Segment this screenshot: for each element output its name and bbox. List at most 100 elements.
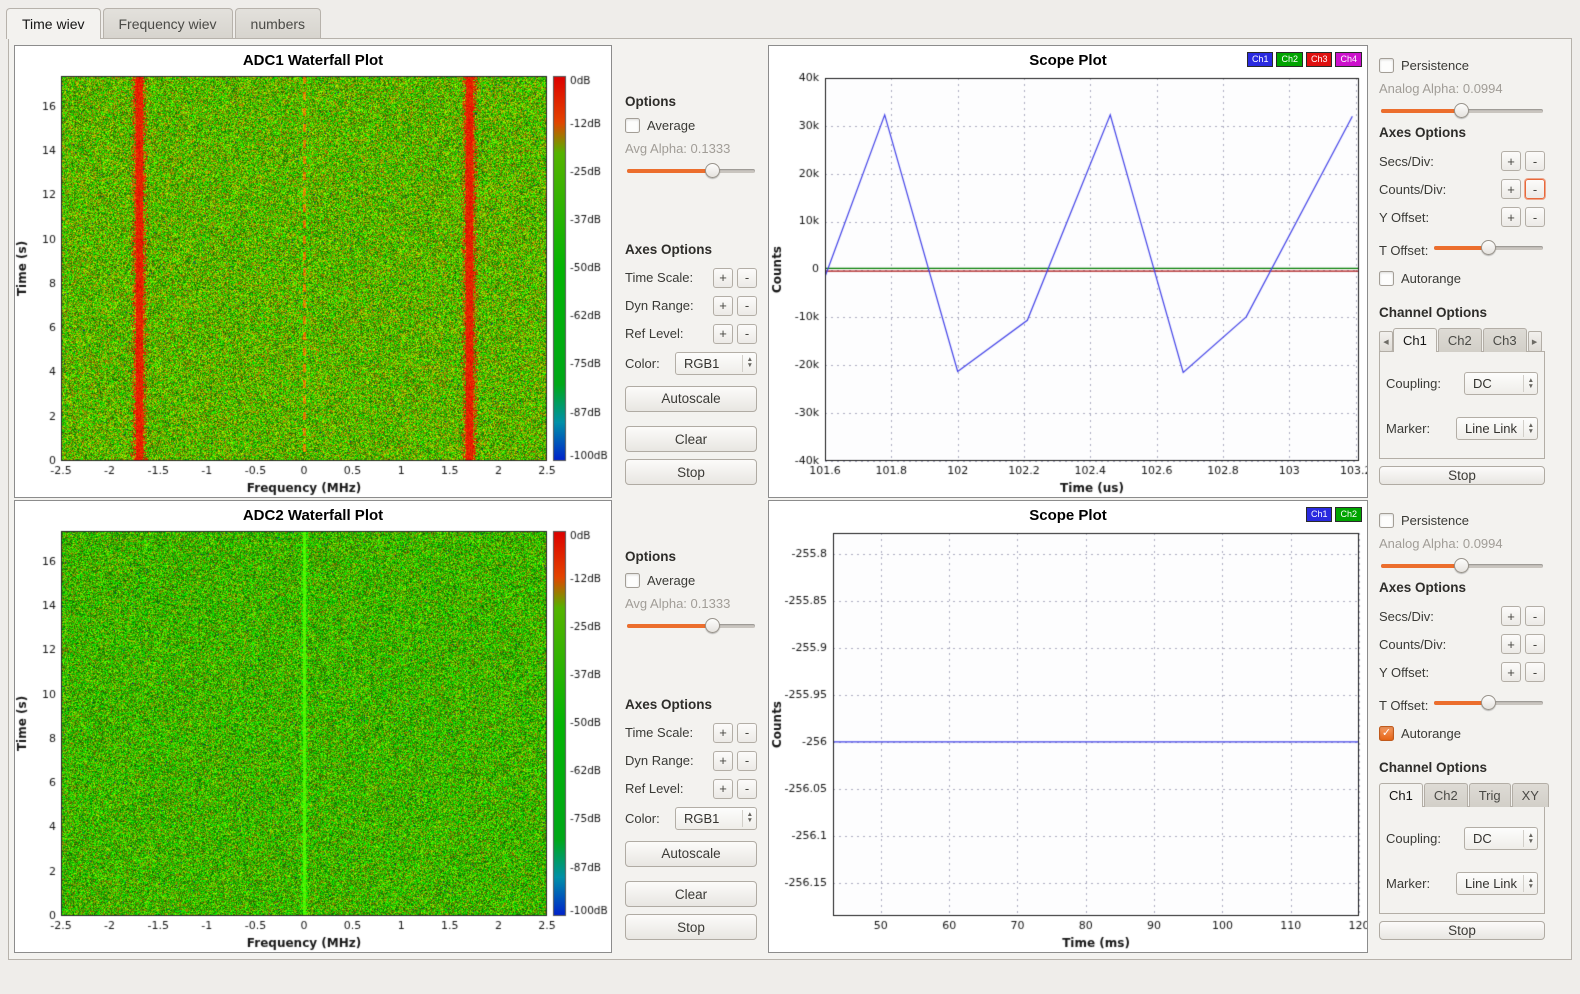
view-tabbar: Time wiev Frequency wiev numbers xyxy=(0,0,1580,38)
clear-button[interactable]: Clear xyxy=(625,426,757,452)
dyn-range-plus-button[interactable]: + xyxy=(713,296,733,316)
channel-options-box: Coupling: DC Marker: Line Link xyxy=(1379,351,1545,459)
color-combobox[interactable]: RGB1 xyxy=(675,807,757,830)
counts-div-minus-button[interactable]: - xyxy=(1525,179,1545,199)
dyn-range-minus-button[interactable]: - xyxy=(737,296,757,316)
channel-tabs-left-arrow-icon[interactable]: ◀ xyxy=(1379,331,1393,352)
y-offset-row: Y Offset: + - xyxy=(1379,662,1545,682)
y-offset-minus-button[interactable]: - xyxy=(1525,207,1545,227)
channel-tab-ch1[interactable]: Ch1 xyxy=(1379,783,1423,807)
persistence-checkbox-box[interactable] xyxy=(1379,58,1394,73)
t-offset-slider[interactable] xyxy=(1434,240,1543,256)
slider-thumb[interactable] xyxy=(1481,695,1496,710)
scope2-legend: Ch1Ch2 xyxy=(1306,507,1362,522)
autorange-checkbox-box[interactable] xyxy=(1379,271,1394,286)
secs-div-minus-button[interactable]: - xyxy=(1525,151,1545,171)
y-offset-plus-button[interactable]: + xyxy=(1501,662,1521,682)
stop-button[interactable]: Stop xyxy=(625,914,757,940)
autoscale-button[interactable]: Autoscale xyxy=(625,386,757,412)
avg-alpha-slider[interactable] xyxy=(627,163,755,187)
spinner-arrows-icon[interactable] xyxy=(1523,375,1534,392)
secs-div-plus-button[interactable]: + xyxy=(1501,151,1521,171)
slider-thumb[interactable] xyxy=(705,618,720,633)
slider-thumb[interactable] xyxy=(1454,103,1469,118)
autorange-checkbox[interactable]: Autorange xyxy=(1379,271,1545,286)
color-combobox[interactable]: RGB1 xyxy=(675,352,757,375)
adc2-waterfall-canvas[interactable] xyxy=(15,525,611,952)
ref-level-plus-button[interactable]: + xyxy=(713,324,733,344)
autorange-checkbox[interactable]: Autorange xyxy=(1379,726,1545,741)
channel-options-heading: Channel Options xyxy=(1379,760,1545,775)
scope1-canvas[interactable] xyxy=(769,70,1367,497)
average-checkbox[interactable]: Average xyxy=(625,573,757,588)
average-checkbox-box[interactable] xyxy=(625,573,640,588)
ref-level-minus-button[interactable]: - xyxy=(737,779,757,799)
coupling-label: Coupling: xyxy=(1386,831,1441,846)
legend-chip-ch1[interactable]: Ch1 xyxy=(1306,507,1333,522)
coupling-label: Coupling: xyxy=(1386,376,1441,391)
legend-chip-ch2[interactable]: Ch2 xyxy=(1276,52,1303,67)
spinner-arrows-icon[interactable] xyxy=(742,355,753,372)
channel-tab-trig[interactable]: Trig xyxy=(1469,783,1511,807)
bottom-row: ADC2 Waterfall Plot Options Average Avg … xyxy=(13,499,1567,954)
counts-div-minus-button[interactable]: - xyxy=(1525,634,1545,654)
adc1-waterfall-canvas[interactable] xyxy=(15,70,611,497)
scope-stop-button[interactable]: Stop xyxy=(1379,921,1545,940)
coupling-combobox[interactable]: DC xyxy=(1464,827,1538,850)
ref-level-plus-button[interactable]: + xyxy=(713,779,733,799)
ref-level-minus-button[interactable]: - xyxy=(737,324,757,344)
time-scale-plus-button[interactable]: + xyxy=(713,723,733,743)
analog-alpha-slider[interactable] xyxy=(1381,558,1543,569)
channel-tab-ch3[interactable]: Ch3 xyxy=(1483,328,1527,352)
slider-thumb[interactable] xyxy=(705,163,720,178)
legend-chip-ch1[interactable]: Ch1 xyxy=(1247,52,1274,67)
dyn-range-plus-button[interactable]: + xyxy=(713,751,733,771)
counts-div-plus-button[interactable]: + xyxy=(1501,634,1521,654)
legend-chip-ch3[interactable]: Ch3 xyxy=(1306,52,1333,67)
persistence-checkbox[interactable]: Persistence xyxy=(1379,513,1545,528)
channel-tab-ch2[interactable]: Ch2 xyxy=(1424,783,1468,807)
time-scale-minus-button[interactable]: - xyxy=(737,723,757,743)
secs-div-minus-button[interactable]: - xyxy=(1525,606,1545,626)
persistence-checkbox-box[interactable] xyxy=(1379,513,1394,528)
autoscale-button[interactable]: Autoscale xyxy=(625,841,757,867)
tab-numbers[interactable]: numbers xyxy=(235,8,321,38)
persistence-checkbox[interactable]: Persistence xyxy=(1379,58,1545,73)
analog-alpha-slider[interactable] xyxy=(1381,103,1543,114)
time-scale-minus-button[interactable]: - xyxy=(737,268,757,288)
autorange-checkbox-box[interactable] xyxy=(1379,726,1394,741)
counts-div-plus-button[interactable]: + xyxy=(1501,179,1521,199)
average-checkbox[interactable]: Average xyxy=(625,118,757,133)
y-offset-plus-button[interactable]: + xyxy=(1501,207,1521,227)
tab-frequency-view[interactable]: Frequency wiev xyxy=(103,8,233,38)
dyn-range-minus-button[interactable]: - xyxy=(737,751,757,771)
spinner-arrows-icon[interactable] xyxy=(742,810,753,827)
clear-button[interactable]: Clear xyxy=(625,881,757,907)
scope-stop-button[interactable]: Stop xyxy=(1379,466,1545,485)
y-offset-minus-button[interactable]: - xyxy=(1525,662,1545,682)
channel-tab-xy[interactable]: XY xyxy=(1512,783,1549,807)
marker-combobox[interactable]: Line Link xyxy=(1456,872,1538,895)
legend-chip-ch4[interactable]: Ch4 xyxy=(1335,52,1362,67)
average-checkbox-box[interactable] xyxy=(625,118,640,133)
channel-tabs-right-arrow-icon[interactable]: ▶ xyxy=(1528,331,1542,352)
coupling-combobox[interactable]: DC xyxy=(1464,372,1538,395)
spinner-arrows-icon[interactable] xyxy=(1523,420,1534,437)
channel-tab-ch1[interactable]: Ch1 xyxy=(1393,328,1437,352)
stop-button[interactable]: Stop xyxy=(625,459,757,485)
secs-div-plus-button[interactable]: + xyxy=(1501,606,1521,626)
slider-thumb[interactable] xyxy=(1454,558,1469,573)
scope2-canvas[interactable] xyxy=(769,525,1367,952)
spinner-arrows-icon[interactable] xyxy=(1523,875,1534,892)
options-heading: Options xyxy=(625,94,757,109)
time-scale-plus-button[interactable]: + xyxy=(713,268,733,288)
t-offset-slider[interactable] xyxy=(1434,695,1543,711)
channel-tab-ch2[interactable]: Ch2 xyxy=(1438,328,1482,352)
tab-time-view[interactable]: Time wiev xyxy=(6,8,101,39)
avg-alpha-slider[interactable] xyxy=(627,618,755,642)
spinner-arrows-icon[interactable] xyxy=(1523,830,1534,847)
slider-thumb[interactable] xyxy=(1481,240,1496,255)
marker-combobox[interactable]: Line Link xyxy=(1456,417,1538,440)
legend-chip-ch2[interactable]: Ch2 xyxy=(1335,507,1362,522)
secs-div-row: Secs/Div: + - xyxy=(1379,151,1545,171)
